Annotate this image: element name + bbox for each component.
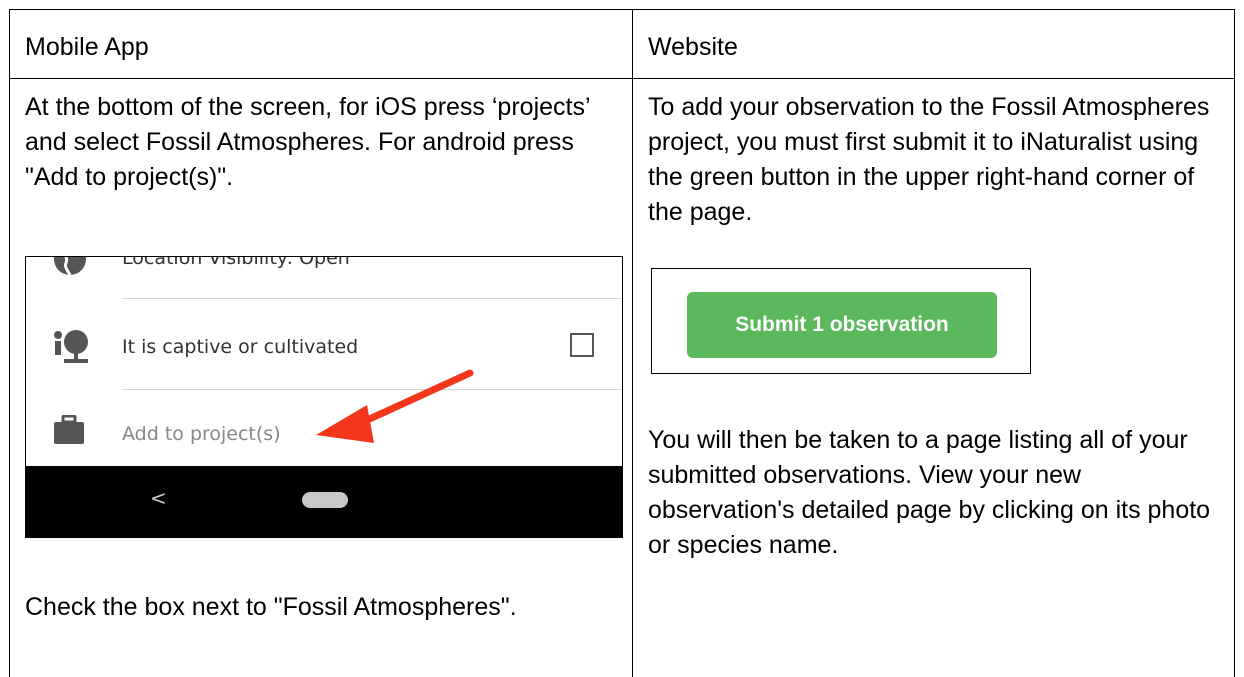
website-instructions: To add your observation to the Fossil At… <box>648 93 1210 226</box>
tree-person-icon <box>54 330 88 363</box>
table-border-left <box>9 9 10 677</box>
mobile-check-box-instruction: Check the box next to "Fossil Atmosphere… <box>25 593 517 621</box>
website-followup-instructions: You will then be taken to a page listing… <box>648 426 1211 559</box>
table-header-divider <box>9 78 1235 79</box>
table-border-right <box>1234 9 1235 677</box>
android-nav-bar: < <box>26 466 622 537</box>
submit-observation-button[interactable]: Submit 1 observation <box>687 292 997 358</box>
submit-screenshot: Submit 1 observation <box>651 268 1031 374</box>
table-border-top <box>9 9 1235 10</box>
captive-checkbox[interactable] <box>570 333 594 357</box>
row-divider <box>122 298 622 299</box>
back-icon[interactable]: < <box>150 486 167 510</box>
globe-icon <box>54 257 86 276</box>
arrow-icon <box>316 369 474 443</box>
home-button[interactable] <box>302 492 348 508</box>
mobile-instructions: At the bottom of the screen, for iOS pre… <box>25 93 590 191</box>
header-mobile-app: Mobile App <box>25 33 149 61</box>
location-visibility-row: Location Visibility: Open <box>122 256 350 269</box>
table-divider-middle <box>632 9 633 677</box>
android-screenshot: Location Visibility: Open It is captive … <box>25 256 623 538</box>
captive-cultivated-label: It is captive or cultivated <box>122 336 359 358</box>
header-website: Website <box>648 33 738 61</box>
add-to-project-row[interactable]: Add to project(s) <box>122 423 281 445</box>
briefcase-icon <box>54 415 84 444</box>
